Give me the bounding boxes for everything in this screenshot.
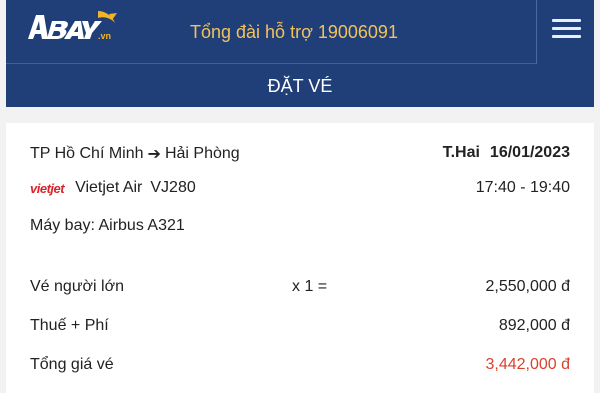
adult-fare-amount: 2,550,000 đ xyxy=(485,278,570,295)
flight-number: VJ280 xyxy=(150,179,196,196)
tax-fee-label: Thuế + Phí xyxy=(30,317,109,334)
adult-fare-label: Vé người lớn xyxy=(30,278,124,295)
route-row: TP Hồ Chí Minh ➔ Hải Phòng T.Hai 16/01/20… xyxy=(30,144,570,164)
total-fare-amount: 3,442,000 đ xyxy=(485,356,570,373)
hamburger-menu-icon[interactable] xyxy=(536,0,594,64)
vietjet-logo-icon: vietjet xyxy=(30,180,65,196)
flight-date: T.Hai 16/01/2023 xyxy=(443,144,570,162)
aircraft-info: Máy bay: Airbus A321 xyxy=(30,217,185,234)
menu-line xyxy=(552,19,581,22)
flight-date-value: 16/01/2023 xyxy=(489,144,570,161)
page-title: ĐẶT VÉ xyxy=(267,76,333,96)
menu-line xyxy=(552,35,581,38)
airline-name: Vietjet Air xyxy=(75,179,143,196)
arrow-right-icon: ➔ xyxy=(147,146,161,163)
flight-day: T.Hai xyxy=(442,144,480,161)
adult-fare-quantity: x 1 = xyxy=(292,278,328,295)
menu-line xyxy=(552,27,581,30)
booking-summary-card: TP Hồ Chí Minh ➔ Hải Phòng T.Hai 16/01/20… xyxy=(6,123,594,393)
tax-fee-amount: 892,000 đ xyxy=(498,317,570,334)
destination-city: Hải Phòng xyxy=(164,145,240,162)
top-navigation-bar: .vn Tổng đài hỗ trợ 19006091 xyxy=(6,0,594,64)
hotline-text[interactable]: Tổng đài hỗ trợ 19006091 xyxy=(190,22,398,43)
page-title-bar: ĐẶT VÉ xyxy=(6,64,594,107)
flight-time: 17:40 - 19:40 xyxy=(475,179,570,196)
airline-row: vietjet Vietjet Air VJ280 17:40 - 19:40 xyxy=(30,179,570,197)
abay-logo[interactable]: .vn xyxy=(20,8,120,54)
total-fare-label: Tổng giá vé xyxy=(30,356,114,373)
svg-text:.vn: .vn xyxy=(98,31,111,41)
origin-city: TP Hồ Chí Minh xyxy=(30,145,144,162)
